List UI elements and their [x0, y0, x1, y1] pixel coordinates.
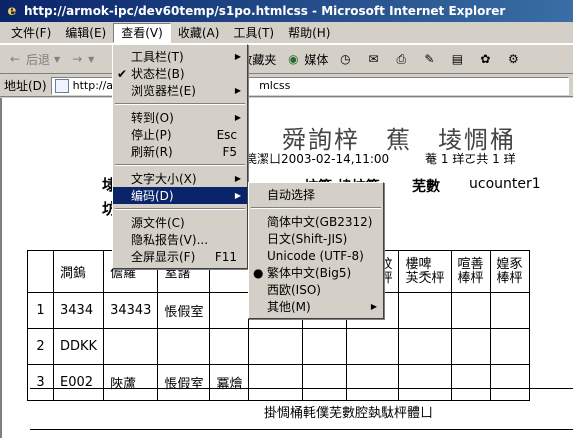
edit-button[interactable]: ✎ — [420, 50, 440, 68]
menu-item-stop[interactable]: 停止(P) Esc — [113, 126, 247, 143]
title-bar: e http://armok-ipc/dev60temp/s1po.htmlcs… — [0, 0, 573, 22]
address-label: 地址(D) — [4, 79, 47, 93]
view-menu-dropdown: 工具栏(T) ▶ ✔ 状态栏(B) 浏览器栏(E) ▶ 转到(O) ▶ 停止(P) Esc… — [112, 44, 248, 269]
encoding-other[interactable]: 其他(M) ▶ — [249, 298, 383, 315]
window-title: http://armok-ipc/dev60temp/s1po.htmlcss … — [24, 4, 506, 18]
table-cell: 34343 — [103, 292, 159, 329]
discuss-button[interactable]: ▤ — [448, 50, 468, 68]
research-button[interactable]: ⚙ — [504, 50, 524, 68]
submenu-arrow-icon: ▶ — [234, 191, 241, 200]
chevron-down-icon: ▼ — [54, 54, 61, 64]
history-button[interactable]: ◷ — [336, 50, 356, 68]
submenu-arrow-icon: ▶ — [234, 113, 241, 122]
menu-item-goto[interactable]: 转到(O) ▶ — [113, 109, 247, 126]
menu-item-fullscreen[interactable]: 全屏显示(F) F11 — [113, 248, 247, 265]
table-header-cell: 澗鎢 — [52, 250, 105, 293]
menu-file[interactable]: 文件(F) — [4, 23, 58, 43]
encoding-western-iso[interactable]: 西欧(ISO) — [249, 281, 383, 298]
menu-separator — [251, 207, 381, 209]
menu-favorites[interactable]: 收藏(A) — [171, 23, 227, 43]
menu-item-source[interactable]: 源文件(C) — [113, 214, 247, 231]
chevron-down-icon: ▼ — [88, 54, 95, 64]
table-header-cell: 媓豖 棒枰 — [489, 250, 530, 293]
menu-separator — [115, 208, 245, 210]
menu-tools[interactable]: 工具(T) — [226, 23, 281, 43]
menu-separator — [115, 103, 245, 105]
mail-icon: ✉ — [368, 52, 379, 66]
table-row: 2 DDKK — [27, 328, 530, 365]
report-page-number: 菴 1 珜ㄛ共 1 珜 — [425, 152, 516, 166]
encoding-submenu: 自动选择 简体中文(GB2312) 日文(Shift-JIS) Unicode … — [248, 182, 384, 319]
encoding-auto-select[interactable]: 自动选择 — [249, 186, 383, 203]
forward-button[interactable]: → ▼ — [68, 50, 94, 68]
menu-item-refresh[interactable]: 刷新(R) F5 — [113, 143, 247, 160]
address-bar: 地址(D) http://a mlcss — [0, 75, 573, 97]
menu-item-encoding[interactable]: 编码(D) ▶ — [113, 187, 247, 204]
ie-logo-icon: e — [7, 3, 17, 19]
submenu-arrow-icon: ▶ — [234, 174, 241, 183]
counter-field: ucounter1 — [469, 176, 541, 192]
page-icon — [54, 78, 69, 93]
encoding-shift-jis[interactable]: 日文(Shift-JIS) — [249, 230, 383, 247]
print-button[interactable]: ⎙ — [392, 50, 412, 68]
edit-icon: ✎ — [424, 52, 435, 66]
discuss-icon: ▤ — [451, 52, 464, 66]
submenu-arrow-icon: ▶ — [234, 52, 241, 61]
menu-item-statusbar[interactable]: ✔ 状态栏(B) — [113, 65, 247, 82]
menu-edit[interactable]: 编辑(E) — [58, 23, 113, 43]
menu-help[interactable]: 帮助(H) — [281, 23, 337, 43]
encoding-gb2312[interactable]: 简体中文(GB2312) — [249, 213, 383, 230]
menu-separator — [115, 164, 245, 166]
forward-arrow-icon: → — [72, 52, 83, 66]
printer-icon: ⎙ — [396, 51, 407, 66]
menu-item-explorer-bar[interactable]: 浏览器栏(E) ▶ — [113, 82, 247, 99]
table-header-cell: 樓啤 芵秂枰 — [398, 250, 452, 293]
messenger-button[interactable]: ✿ — [476, 50, 496, 68]
report-footer: 掛惆桶軞僕芜數腔埶駄枰體ㄩ — [264, 406, 434, 421]
encoding-big5[interactable]: ● 繁体中文(Big5) — [249, 264, 383, 281]
table-cell — [157, 328, 211, 365]
submenu-arrow-icon: ▶ — [370, 302, 377, 311]
history-icon: ◷ — [340, 52, 351, 66]
label-count: 芜數 — [412, 179, 440, 195]
submenu-arrow-icon: ▶ — [234, 86, 241, 95]
table-cell — [103, 328, 159, 365]
back-button[interactable]: ← 后退 ▼ — [6, 50, 60, 68]
toolbar: ← 后退 ▼ → ▼ 收藏夹 ◉ 媒体 ◷ ✉ ⎙ ✎ ▤ ✿ ⚙ — [0, 44, 573, 74]
menu-view[interactable]: 查看(V) — [113, 22, 171, 43]
research-icon: ⚙ — [507, 52, 519, 66]
row-number: 2 — [27, 328, 54, 365]
media-button[interactable]: ◉ 媒体 — [284, 50, 328, 68]
media-icon: ◉ — [288, 52, 299, 66]
radio-dot-icon: ● — [253, 265, 264, 280]
table-cell: 悵假室 — [157, 292, 211, 329]
table-cell: 3434 — [52, 292, 105, 329]
back-arrow-icon: ← — [9, 52, 21, 66]
checkmark-icon: ✔ — [117, 66, 128, 81]
report-date-line: 笢潔ㄩ2003-02-14,11:00 — [245, 152, 390, 166]
menu-item-toolbars[interactable]: 工具栏(T) ▶ — [113, 48, 247, 65]
row-number: 1 — [27, 292, 54, 329]
mail-button[interactable]: ✉ — [364, 50, 384, 68]
menu-item-privacy-report[interactable]: 隐私报告(V)... — [113, 231, 247, 248]
messenger-icon: ✿ — [480, 52, 491, 66]
table-header-cell: 喧善 棒枰 — [450, 250, 491, 293]
encoding-utf8[interactable]: Unicode (UTF-8) — [249, 247, 383, 264]
table-cell: DDKK — [52, 328, 105, 365]
menu-bar: 文件(F) 编辑(E) 查看(V) 收藏(A) 工具(T) 帮助(H) — [0, 22, 573, 44]
menu-item-text-size[interactable]: 文字大小(X) ▶ — [113, 170, 247, 187]
